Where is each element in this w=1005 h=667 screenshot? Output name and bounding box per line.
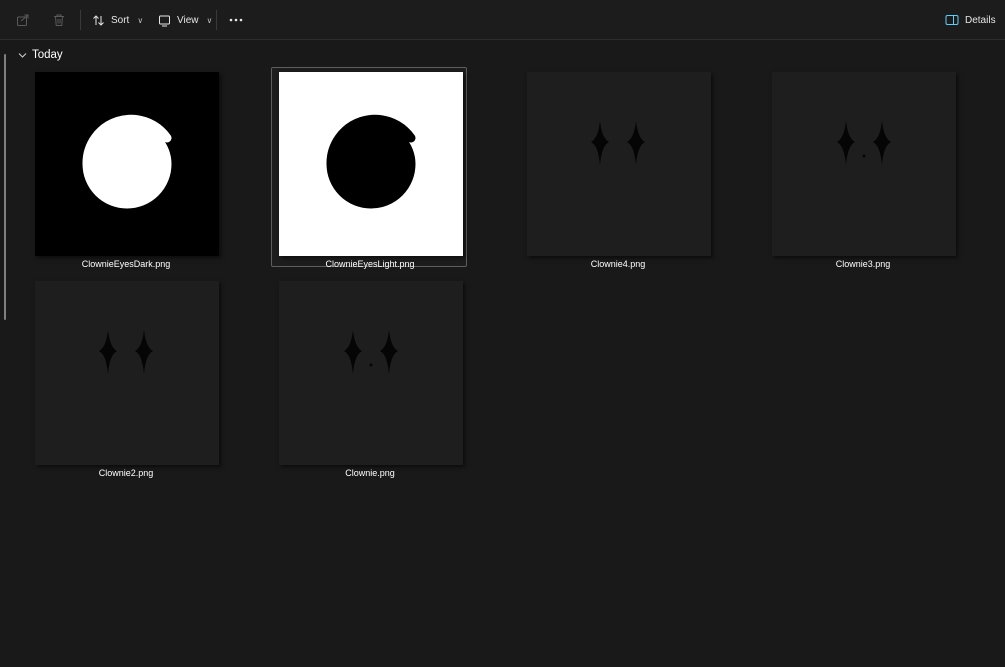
file-tile-clownie4[interactable]: Clownie4.png [519,67,715,269]
chevron-down-icon: ∨ [206,15,213,25]
command-bar: Sort ∨ View ∨ Details [0,0,1005,40]
file-tile-clownie-eyes-dark[interactable]: ClownieEyesDark.png [27,67,223,269]
sort-label: Sort [111,14,130,26]
thumbnail [527,72,711,256]
star-eyes-icon [344,330,398,374]
star-eyes-icon [591,121,645,165]
group-label: Today [32,49,63,61]
more-icon [229,18,243,22]
thumbnail [279,281,463,465]
details-pane-button[interactable]: Details [945,8,996,32]
sort-icon [93,14,104,26]
group-header-today[interactable]: Today [18,46,63,64]
toolbar-divider [216,10,217,30]
file-name: Clownie.png [345,468,395,478]
star-eyes-icon [837,121,891,165]
more-options-button[interactable] [228,8,244,32]
share-icon [17,14,29,26]
trash-icon [54,14,64,26]
thumbnail [279,72,463,256]
delete-button[interactable] [52,8,68,32]
spiral-icon [82,114,172,209]
file-name: Clownie3.png [835,259,891,269]
thumbnail [772,72,956,256]
file-name: ClownieEyesDark.png [81,259,171,269]
file-name: Clownie2.png [98,468,154,478]
share-button[interactable] [16,8,32,32]
file-tile-clownie3[interactable]: Clownie3.png [764,67,960,269]
thumbnail [35,72,219,256]
file-name: ClownieEyesLight.png [325,259,415,269]
spiral-icon [326,114,416,209]
star-eyes-icon [99,330,153,374]
thumbnail [35,281,219,465]
view-icon [159,15,170,26]
file-tile-clownie-eyes-light[interactable]: ClownieEyesLight.png [271,67,467,269]
details-pane-icon [945,15,959,25]
view-label: View [177,14,199,26]
file-tile-clownie2[interactable]: Clownie2.png [27,276,223,478]
file-tile-clownie[interactable]: Clownie.png [271,276,467,478]
chevron-down-icon: ∨ [137,15,144,25]
file-name: Clownie4.png [590,259,646,269]
details-label: Details [965,14,996,26]
sort-button[interactable]: Sort ∨ [92,8,143,32]
vertical-scrollbar[interactable] [4,54,6,320]
view-button[interactable]: View ∨ [158,8,212,32]
toolbar-divider [80,10,81,30]
chevron-down-icon [18,52,27,58]
